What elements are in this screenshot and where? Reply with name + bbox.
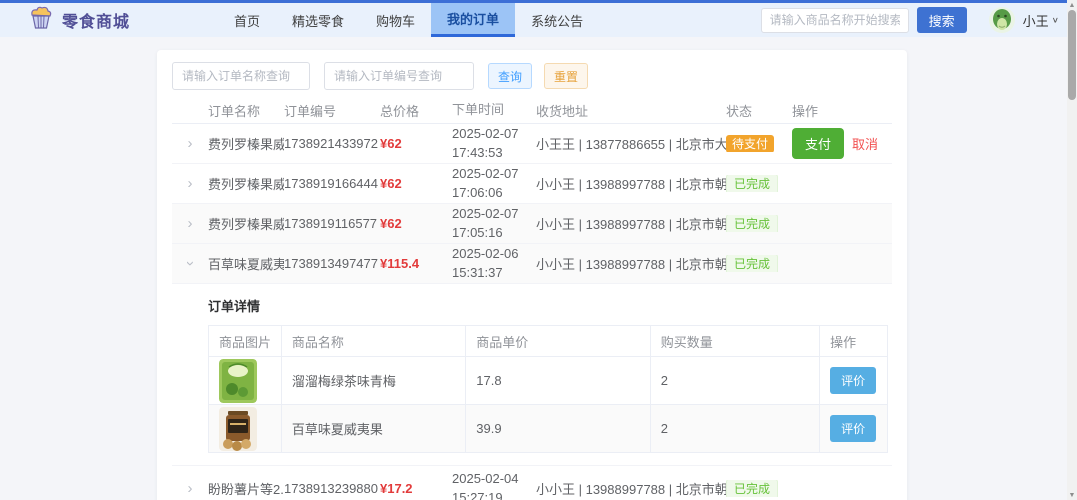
col-order-time: 下单时间 [452,101,536,119]
order-name: 费列罗榛果威... [208,214,284,233]
order-row: › 费列罗榛果威... 1738919166444 ¥62 2025-02-07… [172,164,892,204]
reset-button[interactable]: 重置 [544,63,588,89]
order-time: 2025-02-0615:31:37 [452,245,536,281]
order-price: ¥17.2 [380,481,452,496]
order-name: 费列罗榛果威... [208,134,284,153]
search-button[interactable]: 搜索 [917,7,967,33]
order-name: 盼盼薯片等2... [208,479,284,498]
col-product-name: 商品名称 [281,326,465,356]
nav-my-orders[interactable]: 我的订单 [431,3,515,37]
expand-icon[interactable]: › [188,135,193,152]
order-number: 1738919166444 [284,176,380,191]
order-filters: 查询 重置 [172,62,892,90]
order-name: 费列罗榛果威... [208,174,284,193]
order-row-expanded: › 百草味夏威夷... 1738913497477 ¥115.4 2025-02… [172,244,892,284]
expand-icon[interactable]: › [188,215,193,232]
collapse-icon[interactable]: › [182,261,199,266]
col-address: 收货地址 [536,101,726,120]
product-image-green-plum [219,359,257,403]
nav-announcements[interactable]: 系统公告 [515,3,599,37]
review-button[interactable]: 评价 [830,415,876,442]
order-address: 小小王 | 13988997788 | 北京市朝阳区东... [536,254,726,273]
cupcake-logo-icon [28,5,54,36]
product-price: 39.9 [465,405,649,452]
order-row: › 费列罗榛果威... 1738919116577 ¥62 2025-02-07… [172,204,892,244]
col-product-qty: 购买数量 [650,326,819,356]
product-qty: 2 [650,357,819,404]
col-total-price: 总价格 [380,101,452,120]
order-address: 小小王 | 13988997788 | 北京市朝阳区东... [536,479,726,498]
nav-featured-snacks[interactable]: 精选零食 [276,3,360,37]
main-nav: 首页 精选零食 购物车 我的订单 系统公告 [218,3,599,37]
order-price: ¥62 [380,176,452,191]
order-detail-section: 订单详情 商品图片 商品名称 商品单价 购买数量 操作 [172,284,892,466]
product-qty: 2 [650,405,819,452]
product-search-input[interactable] [761,8,909,33]
status-badge: 待支付 [726,135,774,152]
expand-icon[interactable]: › [188,480,193,497]
col-order-name: 订单名称 [208,101,284,120]
nav-cart[interactable]: 购物车 [360,3,431,37]
scroll-down-icon[interactable]: ▼ [1067,490,1077,500]
order-time: 2025-02-0415:27:19 [452,470,536,500]
order-row: › 盼盼薯片等2... 1738913239880 ¥17.2 2025-02-… [172,466,892,500]
username-label: 小王 [1023,11,1049,30]
order-price: ¥115.4 [380,256,452,271]
col-order-number: 订单编号 [284,101,380,120]
status-badge: 已完成 [726,215,778,232]
order-number: 1738921433972 [284,136,380,151]
order-detail-title: 订单详情 [208,296,892,315]
scrollbar[interactable]: ▲ ▼ [1067,0,1077,500]
order-number-filter-input[interactable] [324,62,474,90]
col-action: 操作 [792,101,892,120]
order-row: › 费列罗榛果威... 1738921433972 ¥62 2025-02-07… [172,124,892,164]
brand[interactable]: 零食商城 [0,3,130,37]
product-image-macadamia-jar [219,407,257,451]
col-product-price: 商品单价 [465,326,649,356]
product-price: 17.8 [465,357,649,404]
pay-button[interactable]: 支付 [792,128,844,159]
app-header: 零食商城 首页 精选零食 购物车 我的订单 系统公告 搜索 小王 ∨ [0,3,1077,37]
col-product-action: 操作 [819,326,887,356]
order-name-filter-input[interactable] [172,62,310,90]
product-name: 百草味夏威夷果 [281,405,465,452]
status-badge: 已完成 [726,175,778,192]
order-detail-table: 商品图片 商品名称 商品单价 购买数量 操作 [208,325,888,453]
detail-row: 百草味夏威夷果 39.9 2 评价 [209,404,887,452]
status-badge: 已完成 [726,480,778,497]
detail-row: 溜溜梅绿茶味青梅 17.8 2 评价 [209,356,887,404]
status-badge: 已完成 [726,255,778,272]
col-product-image: 商品图片 [209,326,281,356]
order-time: 2025-02-0717:05:16 [452,205,536,241]
order-address: 小小王 | 13988997788 | 北京市朝阳区东... [536,214,726,233]
scroll-up-icon[interactable]: ▲ [1067,0,1077,10]
order-number: 1738913239880 [284,481,380,496]
nav-home[interactable]: 首页 [218,3,276,37]
query-button[interactable]: 查询 [488,63,532,89]
chevron-down-icon: ∨ [1052,16,1059,25]
username-menu[interactable]: 小王 ∨ [1023,11,1059,30]
user-avatar[interactable] [989,7,1015,33]
scrollbar-thumb[interactable] [1068,10,1076,100]
brand-title: 零食商城 [62,8,130,32]
expand-icon[interactable]: › [188,175,193,192]
order-time: 2025-02-0717:43:53 [452,125,536,161]
order-address: 小王王 | 13877886655 | 北京市大兴区枫... [536,134,726,153]
col-status: 状态 [726,101,792,120]
order-price: ¥62 [380,136,452,151]
order-time: 2025-02-0717:06:06 [452,165,536,201]
order-price: ¥62 [380,216,452,231]
orders-table-header: 订单名称 订单编号 总价格 下单时间 收货地址 状态 操作 [172,98,892,124]
order-number: 1738913497477 [284,256,380,271]
orders-panel: 查询 重置 订单名称 订单编号 总价格 下单时间 收货地址 状态 操作 › 费列… [157,50,907,500]
cancel-link[interactable]: 取消 [852,134,878,153]
product-name: 溜溜梅绿茶味青梅 [281,357,465,404]
order-address: 小小王 | 13988997788 | 北京市朝阳区东... [536,174,726,193]
order-number: 1738919116577 [284,216,380,231]
review-button[interactable]: 评价 [830,367,876,394]
order-name: 百草味夏威夷... [208,254,284,273]
